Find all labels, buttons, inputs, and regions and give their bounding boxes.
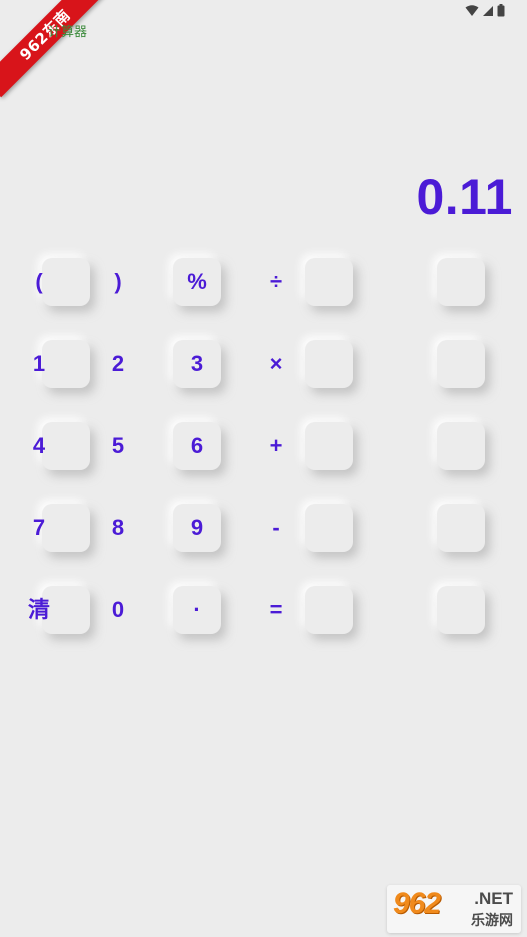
key-9-label[interactable]: 9 (177, 513, 217, 543)
key-8-label[interactable]: 8 (98, 513, 138, 543)
status-icons (465, 4, 505, 17)
app-title: 计算器 (48, 25, 88, 40)
key-button-r1c4[interactable] (437, 258, 485, 306)
site-logo-watermark: 962 .NET 乐游网 (387, 885, 521, 933)
logo-subtitle: 乐游网 (471, 913, 513, 929)
key-button-r5c3[interactable] (305, 586, 353, 634)
key-button-r3c3[interactable] (305, 422, 353, 470)
key-button-r4c3[interactable] (305, 504, 353, 552)
key-open-paren-label[interactable]: ( (19, 267, 59, 297)
key-7-label[interactable]: 7 (19, 513, 59, 543)
key-button-r2c3[interactable] (305, 340, 353, 388)
key-button-r5c4[interactable] (437, 586, 485, 634)
key-minus-label[interactable]: - (256, 513, 296, 543)
key-3-label[interactable]: 3 (177, 349, 217, 379)
wifi-icon (465, 4, 479, 17)
key-equals-label[interactable]: = (256, 595, 296, 625)
key-close-paren-label[interactable]: ) (98, 267, 138, 297)
key-2-label[interactable]: 2 (98, 349, 138, 379)
key-button-r1c3[interactable] (305, 258, 353, 306)
key-0-label[interactable]: 0 (98, 595, 138, 625)
battery-icon (497, 4, 505, 17)
logo-number: 962 (393, 887, 441, 920)
key-decimal-label[interactable]: · (177, 595, 217, 625)
key-4-label[interactable]: 4 (19, 431, 59, 461)
key-button-r3c4[interactable] (437, 422, 485, 470)
key-button-r4c4[interactable] (437, 504, 485, 552)
key-1-label[interactable]: 1 (19, 349, 59, 379)
logo-net: .NET (474, 889, 513, 908)
key-multiply-label[interactable]: × (256, 349, 296, 379)
key-6-label[interactable]: 6 (177, 431, 217, 461)
key-5-label[interactable]: 5 (98, 431, 138, 461)
key-clear-label[interactable]: 清 (19, 595, 59, 625)
key-percent-label[interactable]: % (177, 267, 217, 297)
result-display: 0.11 (416, 169, 513, 225)
signal-icon (482, 5, 494, 17)
key-button-r2c4[interactable] (437, 340, 485, 388)
key-plus-label[interactable]: + (256, 431, 296, 461)
key-divide-label[interactable]: ÷ (256, 267, 296, 297)
